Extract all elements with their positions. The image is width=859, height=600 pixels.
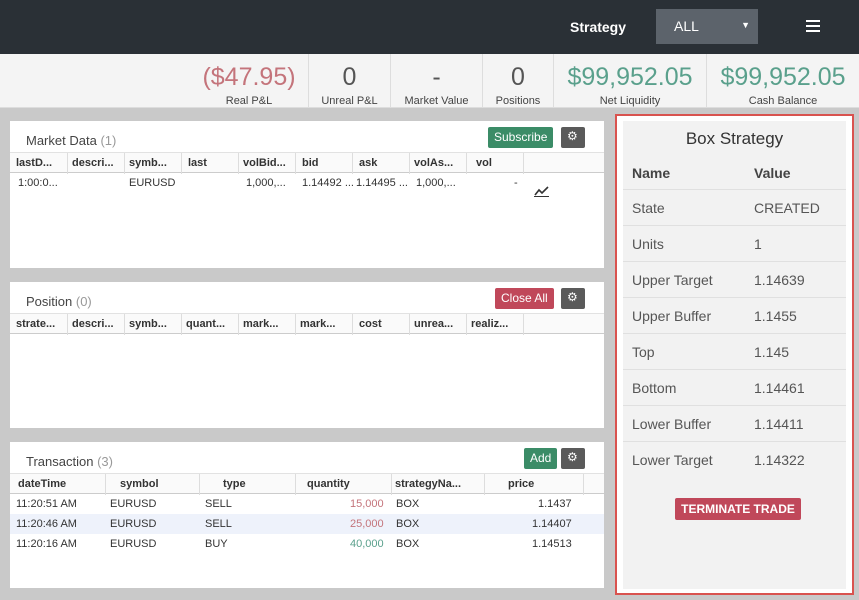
column-header[interactable]: mark... [300, 318, 335, 330]
value-header: Value [754, 165, 791, 181]
table-header: lastD... descri... symb... last volBid..… [10, 152, 604, 174]
stat-value: 0 [342, 63, 357, 91]
gear-icon[interactable]: ⚙ [561, 448, 585, 469]
column-header[interactable]: quant... [186, 318, 225, 330]
stat-unreal-pnl: 0 Unreal P&L [308, 54, 390, 108]
stat-label: Real P&L [225, 95, 273, 107]
column-header[interactable]: lastD... [16, 157, 52, 169]
column-header[interactable]: symb... [129, 157, 167, 169]
gear-icon[interactable]: ⚙ [561, 288, 585, 309]
stat-value: $99,952.05 [720, 63, 846, 91]
table-row[interactable]: 1:00:0... EURUSD 1,000,... 1.14492 ... 1… [10, 173, 604, 197]
panel-title: Transaction (3) [26, 454, 113, 469]
stat-label: Net Liquidity [599, 95, 661, 107]
column-header[interactable]: descri... [72, 318, 114, 330]
column-header[interactable]: quantity [307, 478, 350, 490]
stat-cash-balance: $99,952.05 Cash Balance [706, 54, 859, 108]
transaction-panel: Transaction (3) Add ⚙ dateTime symbol ty… [10, 442, 604, 588]
column-header[interactable]: strate... [16, 318, 55, 330]
column-header[interactable]: volBid... [243, 157, 286, 169]
table-row[interactable]: 11:20:16 AM EURUSD BUY 40,000 BOX 1.1451… [10, 534, 604, 554]
strategy-label: Strategy [570, 19, 627, 35]
stat-real-pnl: ($47.95) Real P&L [190, 54, 308, 108]
position-panel: Position (0) Close All ⚙ strate... descr… [10, 282, 604, 428]
column-header[interactable]: type [223, 478, 246, 490]
stat-net-liquidity: $99,952.05 Net Liquidity [553, 54, 706, 108]
caret-down-icon: ▼ [741, 20, 750, 30]
box-row-lower-target: Lower Target 1.14322 [623, 441, 846, 477]
terminate-trade-button[interactable]: TERMINATE TRADE [675, 498, 801, 520]
box-row-upper-buffer: Upper Buffer 1.1455 [623, 297, 846, 333]
stat-value: $99,952.05 [567, 63, 693, 91]
column-header[interactable]: strategyNa... [395, 478, 461, 490]
column-header[interactable]: last [188, 157, 207, 169]
column-header[interactable]: price [508, 478, 534, 490]
column-header[interactable]: realiz... [471, 318, 508, 330]
stat-label: Market Value [404, 95, 469, 107]
hamburger-menu-icon[interactable] [806, 20, 820, 32]
column-header[interactable]: ask [359, 157, 377, 169]
strategy-select[interactable]: ALL ▼ [656, 9, 758, 44]
column-header[interactable]: volAs... [414, 157, 453, 169]
column-header[interactable]: bid [302, 157, 319, 169]
stat-market-value: - Market Value [390, 54, 482, 108]
box-row-lower-buffer: Lower Buffer 1.14411 [623, 405, 846, 441]
stat-value: 0 [511, 63, 525, 91]
strategy-selected-value: ALL [674, 18, 699, 34]
box-strategy-panel: Box Strategy Name Value State CREATED Uni… [615, 114, 854, 595]
column-header[interactable]: vol [476, 157, 492, 169]
column-header[interactable]: cost [359, 318, 382, 330]
box-row-units: Units 1 [623, 225, 846, 261]
stat-label: Positions [495, 95, 541, 107]
panel-title: Position (0) [26, 294, 92, 309]
box-row-bottom: Bottom 1.14461 [623, 369, 846, 405]
gear-icon[interactable]: ⚙ [561, 127, 585, 148]
add-button[interactable]: Add [524, 448, 558, 469]
close-all-button[interactable]: Close All [495, 288, 554, 309]
stat-positions: 0 Positions [482, 54, 553, 108]
column-header[interactable]: symb... [129, 318, 167, 330]
box-row-upper-target: Upper Target 1.14639 [623, 261, 846, 297]
box-row-top: Top 1.145 [623, 333, 846, 369]
stat-label: Cash Balance [748, 95, 818, 107]
column-header[interactable]: symbol [120, 478, 159, 490]
box-strategy-title: Box Strategy [685, 129, 784, 148]
name-header: Name [632, 165, 671, 181]
column-header[interactable]: unrea... [414, 318, 453, 330]
box-row-state: State CREATED [623, 189, 846, 225]
stat-label: Unreal P&L [321, 95, 378, 107]
stat-value: - [432, 63, 441, 91]
panel-title: Market Data (1) [26, 133, 117, 148]
market-data-panel: Market Data (1) Subscribe ⚙ lastD... des… [10, 121, 604, 268]
box-table-header: Name Value [623, 157, 846, 189]
column-header[interactable]: mark... [243, 318, 278, 330]
table-row[interactable]: 11:20:51 AM EURUSD SELL 15,000 BOX 1.143… [10, 494, 604, 514]
column-header[interactable]: dateTime [18, 478, 66, 490]
table-header: strate... descri... symb... quant... mar… [10, 313, 604, 335]
column-header[interactable]: descri... [72, 157, 114, 169]
top-navbar: Strategy ALL ▼ [0, 0, 859, 54]
table-header: dateTime symbol type quantity strategyNa… [10, 473, 604, 495]
subscribe-button[interactable]: Subscribe [488, 127, 554, 148]
stat-value: ($47.95) [202, 63, 296, 91]
table-row[interactable]: 11:20:46 AM EURUSD SELL 25,000 BOX 1.144… [10, 514, 604, 534]
chart-icon[interactable] [534, 185, 549, 200]
account-stats-bar: ($47.95) Real P&L 0 Unreal P&L - Market … [0, 54, 859, 108]
